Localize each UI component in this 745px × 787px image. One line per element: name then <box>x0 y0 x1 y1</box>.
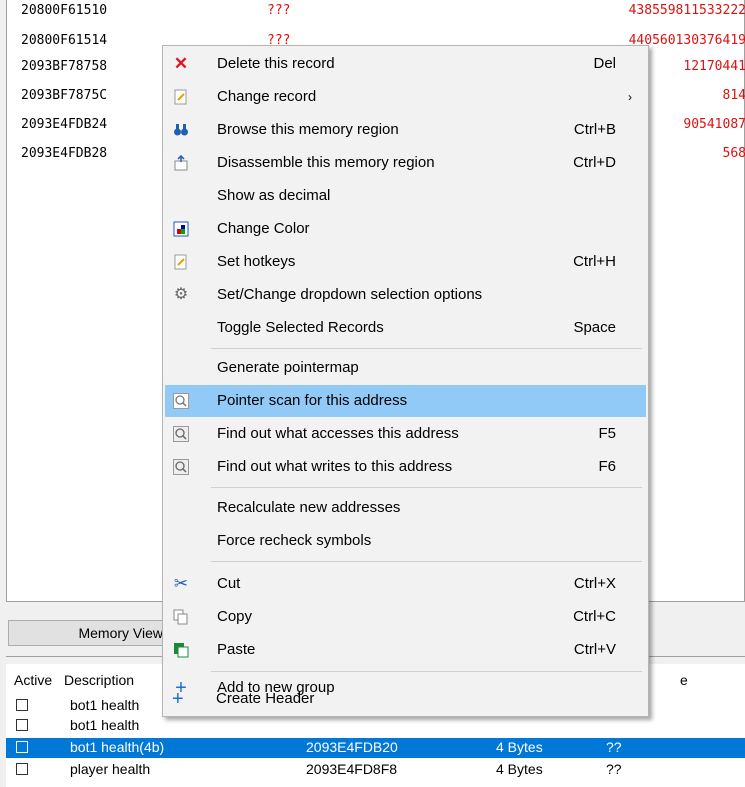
row-description: bot1 health(4b) <box>70 739 165 755</box>
paste-icon <box>173 642 189 658</box>
menu-item-paste[interactable]: Paste Ctrl+V <box>165 634 646 666</box>
menu-item-recalculate-addresses[interactable]: Recalculate new addresses <box>165 492 646 524</box>
result-previous: 568 <box>722 146 745 161</box>
table-row[interactable]: player health 2093E4FD8F8 4 Bytes ?? <box>6 760 745 780</box>
memory-view-button[interactable]: Memory View <box>8 620 170 646</box>
plus-icon: + <box>172 688 184 710</box>
submenu-arrow-icon: › <box>628 90 632 104</box>
result-value: ??? <box>267 3 291 18</box>
result-address: 2093BF7875C <box>21 88 108 103</box>
row-description: bot1 health <box>70 717 140 733</box>
row-type: 4 Bytes <box>496 739 543 755</box>
menu-item-toggle-records[interactable]: Toggle Selected Records Space <box>165 312 646 344</box>
header-type[interactable]: e <box>680 672 688 688</box>
menu-item-force-recheck[interactable]: Force recheck symbols <box>165 525 646 557</box>
menu-item-pointer-scan[interactable]: Pointer scan for this address <box>165 385 646 417</box>
result-address: 2093E4FDB28 <box>21 146 108 161</box>
result-previous: 438559811533222 <box>628 3 745 18</box>
binoculars-icon <box>173 122 189 138</box>
menu-item-browse-memory[interactable]: Browse this memory region Ctrl+B <box>165 114 646 146</box>
menu-item-generate-pointermap[interactable]: Generate pointermap <box>165 352 646 384</box>
disassemble-icon <box>173 154 189 171</box>
menu-item-change-record[interactable]: Change record › <box>165 81 646 113</box>
result-previous: 12170441 <box>683 59 745 74</box>
scissors-icon: ✂ <box>173 574 189 593</box>
magnifier-icon <box>173 393 189 409</box>
delete-x-icon: ✕ <box>173 54 189 73</box>
result-address: 20800F61514 <box>21 33 108 48</box>
hotkeys-icon <box>173 254 189 270</box>
row-address: 2093E4FD8F8 <box>306 761 398 777</box>
row-address: 2093E4FDB20 <box>306 739 398 755</box>
active-checkbox[interactable] <box>16 719 28 731</box>
menu-item-find-writes[interactable]: Find out what writes to this address F6 <box>165 451 646 483</box>
menu-separator <box>211 348 642 349</box>
menu-item-find-accesses[interactable]: Find out what accesses this address F5 <box>165 418 646 450</box>
row-description: bot1 health <box>70 697 140 713</box>
menu-separator <box>211 561 642 562</box>
menu-item-copy[interactable]: Copy Ctrl+C <box>165 601 646 633</box>
change-record-icon <box>173 89 189 105</box>
menu-item-delete-record[interactable]: ✕ Delete this record Del <box>165 48 646 80</box>
color-palette-icon <box>173 221 189 237</box>
menu-item-create-header[interactable]: + Create Header <box>164 684 645 714</box>
find-access-icon <box>173 426 189 442</box>
result-address: 2093E4FDB24 <box>21 117 108 132</box>
active-checkbox[interactable] <box>16 763 28 775</box>
result-previous: 90541087 <box>683 117 745 132</box>
active-checkbox[interactable] <box>16 699 28 711</box>
menu-separator <box>211 487 642 488</box>
table-row[interactable]: bot1 health <box>6 716 745 736</box>
menu-separator <box>211 671 642 672</box>
header-active[interactable]: Active <box>14 672 52 688</box>
result-address: 20800F61510 <box>21 3 108 18</box>
row-value: ?? <box>606 761 622 777</box>
menu-item-disassemble[interactable]: Disassemble this memory region Ctrl+D <box>165 147 646 179</box>
menu-item-change-color[interactable]: Change Color <box>165 213 646 245</box>
table-row-selected[interactable]: bot1 health(4b) 2093E4FDB20 4 Bytes ?? <box>6 738 745 758</box>
row-type: 4 Bytes <box>496 761 543 777</box>
row-value: ?? <box>606 739 622 755</box>
result-row[interactable]: 20800F61510 ??? 438559811533222 <box>7 0 745 22</box>
active-checkbox[interactable] <box>16 741 28 753</box>
menu-item-dropdown-options[interactable]: ⚙ Set/Change dropdown selection options <box>165 279 646 311</box>
menu-item-cut[interactable]: ✂ Cut Ctrl+X <box>165 568 646 600</box>
menu-item-set-hotkeys[interactable]: Set hotkeys Ctrl+H <box>165 246 646 278</box>
result-address: 2093BF78758 <box>21 59 108 74</box>
gear-icon: ⚙ <box>173 286 189 303</box>
copy-icon <box>173 609 189 625</box>
result-previous: 814 <box>722 88 745 103</box>
find-write-icon <box>173 459 189 475</box>
context-menu: ✕ Delete this record Del Change record ›… <box>162 45 649 717</box>
header-description[interactable]: Description <box>64 672 134 688</box>
row-description: player health <box>70 761 151 777</box>
menu-item-show-decimal[interactable]: Show as decimal <box>165 180 646 212</box>
